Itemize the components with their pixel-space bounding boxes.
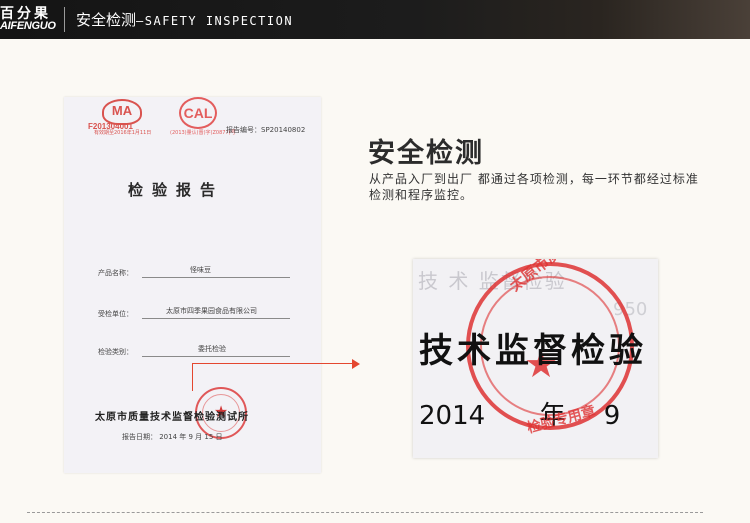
- zoom-main-text: 技术监督检验: [419, 331, 647, 371]
- header-title-en: —SAFETY INSPECTION: [136, 14, 294, 28]
- lab-name: 太原市质量技术监督检验测试所: [95, 412, 249, 423]
- header-divider: [64, 7, 65, 32]
- header-title-cn: 安全检测: [76, 11, 137, 29]
- arrow-right-icon: [352, 359, 360, 369]
- connector-line-horizontal: [192, 363, 352, 364]
- ma-validity-note: 有效期至2016年1月11日: [94, 130, 152, 136]
- section-title: 安全检测: [368, 138, 484, 169]
- header-bar: 百分果 AIFENGUO 安全检测—SAFETY INSPECTION: [0, 0, 750, 39]
- field-inspection-type-label: 检验类别：: [98, 348, 133, 356]
- brand-logo-en: AIFENGUO: [0, 20, 56, 32]
- connector-line-vertical: [192, 363, 193, 391]
- report-title: 检验报告: [128, 181, 225, 199]
- zoom-date-year: 2014: [419, 401, 486, 431]
- field-line: [142, 318, 290, 319]
- field-line: [142, 277, 290, 278]
- field-inspected-unit-value: 太原市四季果园食品有限公司: [166, 307, 257, 315]
- cal-certification-seal: CAL: [179, 97, 217, 129]
- stamp-zoom-image: 技 术 监督检验 950 太原市质量技术监督检验测试 ★ 技术监督检验 2014…: [413, 259, 658, 458]
- report-date: 报告日期： 2014 年 9 月 15 日: [122, 433, 223, 441]
- field-product-name-label: 产品名称：: [98, 269, 133, 277]
- inspection-report-image: MA F201304001 有效期至2016年1月11日 CAL (2013)量…: [64, 97, 321, 473]
- section-description: 从产品入厂到出厂 都通过各项检测，每一环节都经过标准检测和程序监控。: [369, 172, 699, 202]
- zoom-date-month: 9: [603, 401, 621, 431]
- field-product-name-value: 怪味豆: [190, 266, 211, 274]
- report-number: 报告编号：SP20140802: [226, 126, 306, 134]
- field-inspected-unit-label: 受检单位：: [98, 310, 133, 318]
- header-title: 安全检测—SAFETY INSPECTION: [76, 9, 293, 30]
- bottom-divider: [27, 512, 703, 513]
- field-inspection-type-value: 委托检验: [198, 345, 226, 353]
- field-line: [142, 356, 290, 357]
